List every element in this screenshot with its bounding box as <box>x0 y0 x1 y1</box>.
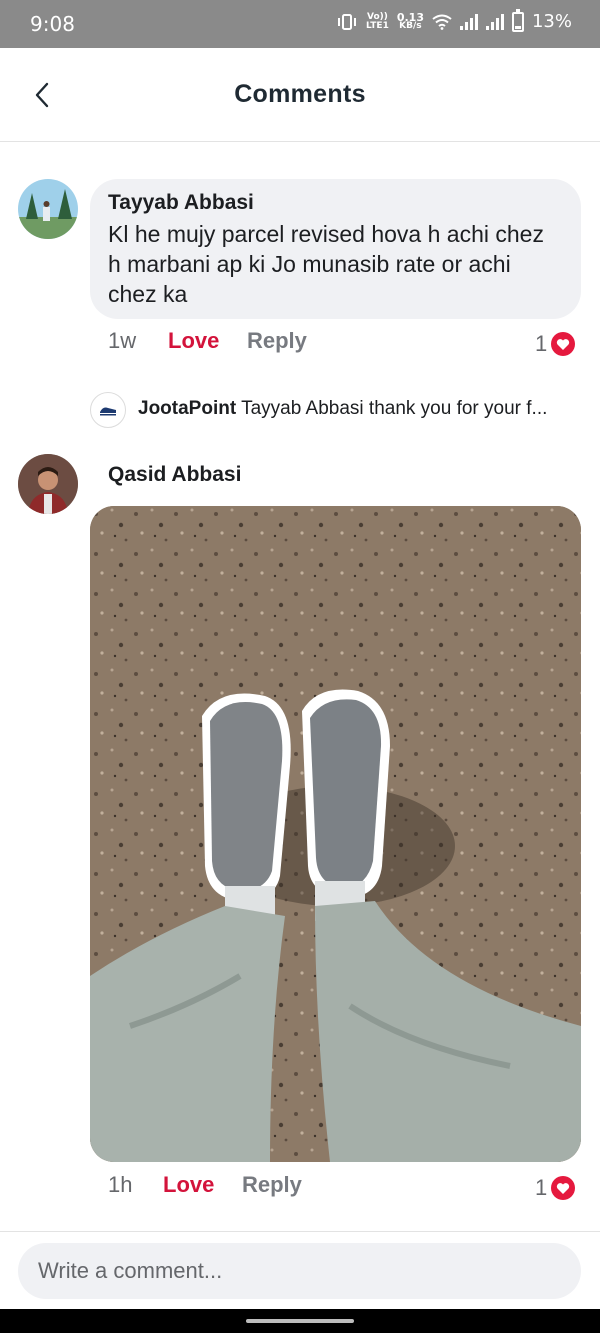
reply-author[interactable]: JootaPoint <box>138 398 236 419</box>
volte-indicator: Vo)) LTE1 <box>366 12 389 31</box>
reaction-count-value: 1 <box>535 1175 548 1200</box>
signal-icon-sim1 <box>459 13 478 30</box>
comment-text: Kl he mujy parcel revised hova h achi ch… <box>108 221 544 307</box>
comment-time: 1h <box>108 1172 133 1197</box>
heart-icon <box>551 1176 576 1200</box>
reply-preview[interactable]: JootaPoint Tayyab Abbasi thank you for y… <box>138 398 578 420</box>
status-time: 9:08 <box>30 12 75 36</box>
page-title: Comments <box>234 80 366 108</box>
speed-unit: KB/s <box>399 20 422 31</box>
heart-icon <box>551 332 576 356</box>
reaction-count-value: 1 <box>535 331 548 356</box>
comment-time: 1w <box>108 328 137 353</box>
wifi-icon <box>432 14 452 30</box>
reaction-count[interactable]: 1 <box>535 331 576 357</box>
comment-author[interactable]: Qasid Abbasi <box>108 463 241 487</box>
battery-icon <box>511 8 524 32</box>
comment-composer-bar <box>0 1231 600 1309</box>
shoes-photo-image <box>90 506 581 1162</box>
system-nav-bar <box>0 1309 600 1333</box>
comment-input[interactable] <box>18 1243 581 1299</box>
reply-button[interactable]: Reply <box>247 328 307 354</box>
lte-label: LTE1 <box>366 20 389 31</box>
reply-text: Tayyab Abbasi thank you for your f... <box>241 398 548 419</box>
love-button[interactable]: Love <box>168 328 219 354</box>
reply-button[interactable]: Reply <box>242 1172 302 1198</box>
avatar-qasid-abbasi[interactable] <box>18 454 78 514</box>
comment-author[interactable]: Tayyab Abbasi <box>108 191 563 215</box>
reaction-count[interactable]: 1 <box>535 1175 576 1201</box>
avatar-jootapoint[interactable] <box>90 392 126 428</box>
love-button[interactable]: Love <box>163 1172 214 1198</box>
comment-photo[interactable] <box>90 506 581 1162</box>
header: Comments <box>0 48 600 142</box>
vibrate-icon <box>338 13 357 30</box>
home-gesture-handle[interactable] <box>246 1319 354 1323</box>
status-icons: Vo)) LTE1 0.13 KB/s 13% <box>336 8 572 32</box>
avatar-tayyab-abbasi[interactable] <box>18 179 78 239</box>
battery-percent: 13% <box>531 11 572 32</box>
network-speed: 0.13 KB/s <box>397 12 424 31</box>
status-bar: 9:08 Vo)) LTE1 0.13 KB/s 13% <box>0 0 600 48</box>
signal-icon-sim2 <box>485 13 504 30</box>
comment-bubble[interactable]: Tayyab Abbasi Kl he mujy parcel revised … <box>90 179 581 319</box>
